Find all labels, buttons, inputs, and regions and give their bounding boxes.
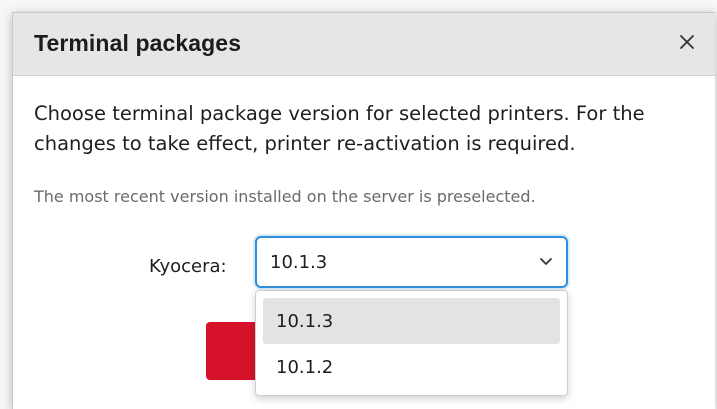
dialog-header: Terminal packages bbox=[13, 13, 715, 76]
version-dropdown-list: 10.1.3 10.1.2 bbox=[255, 290, 568, 396]
option-10-1-3[interactable]: 10.1.3 bbox=[263, 298, 560, 344]
preselection-hint: The most recent version installed on the… bbox=[34, 187, 536, 206]
option-label: 10.1.2 bbox=[276, 357, 334, 378]
selected-version: 10.1.3 bbox=[270, 252, 328, 273]
close-icon bbox=[680, 35, 694, 49]
kyocera-version-select[interactable]: 10.1.3 bbox=[255, 236, 568, 288]
option-10-1-2[interactable]: 10.1.2 bbox=[263, 344, 560, 390]
dialog-title: Terminal packages bbox=[34, 30, 242, 56]
option-label: 10.1.3 bbox=[276, 311, 334, 332]
kyocera-label: Kyocera: bbox=[149, 256, 227, 277]
chevron-down-icon bbox=[540, 258, 552, 265]
screen-background: Terminal packages Choose terminal packag… bbox=[0, 0, 717, 409]
dialog-description: Choose terminal package version for sele… bbox=[34, 102, 645, 155]
terminal-packages-dialog: Terminal packages Choose terminal packag… bbox=[12, 12, 715, 409]
close-button[interactable] bbox=[672, 27, 702, 57]
